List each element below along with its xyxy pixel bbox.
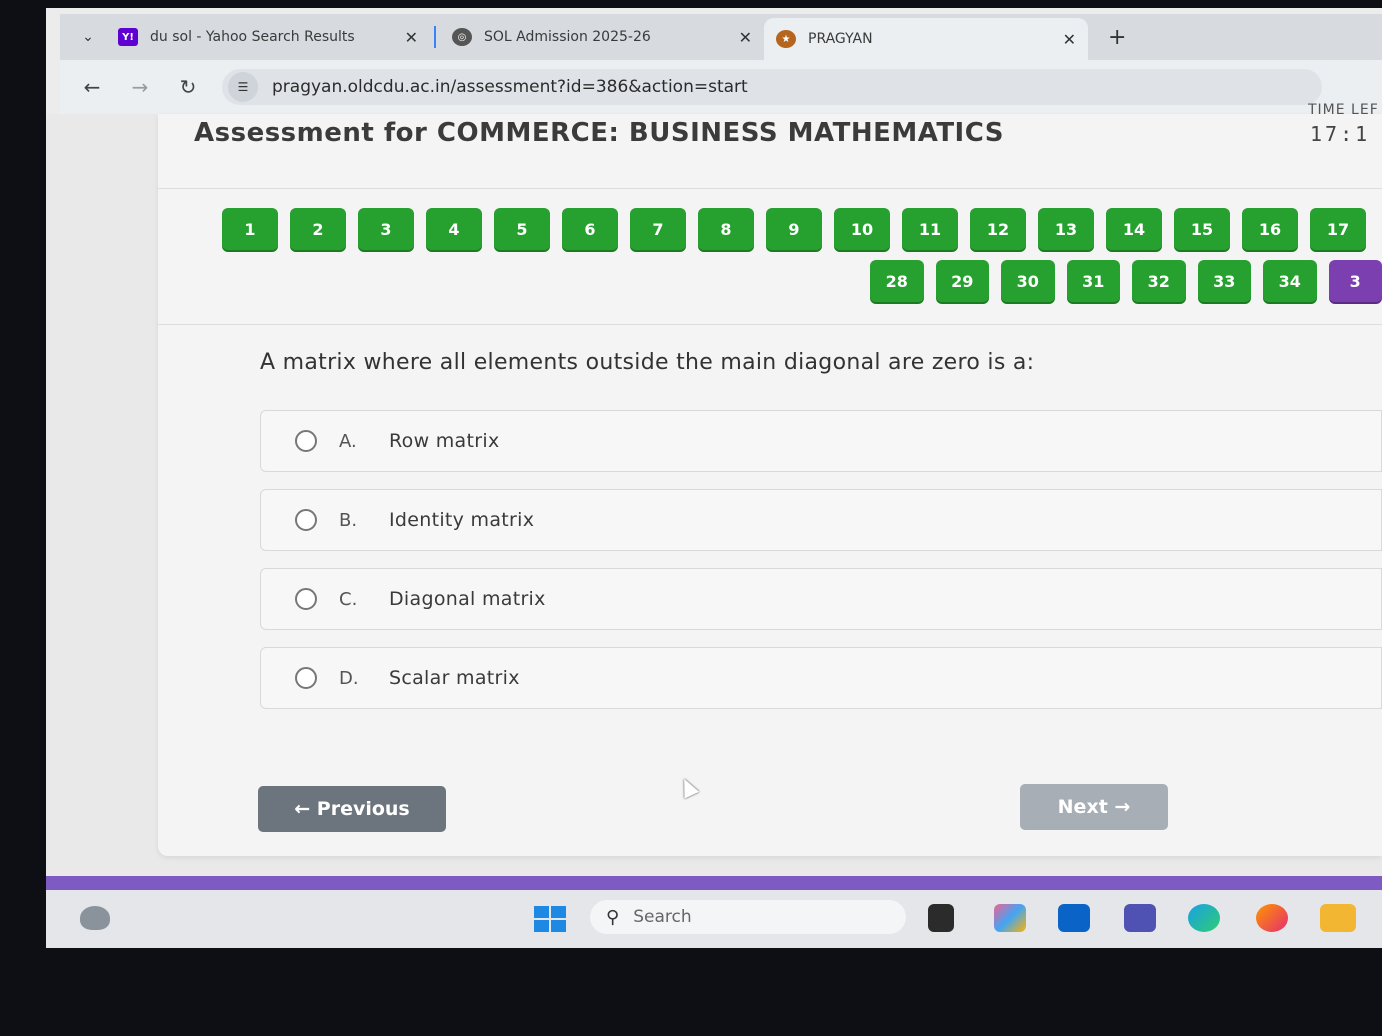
question-number-button[interactable]: 28: [870, 260, 924, 302]
question-number-button[interactable]: 14: [1106, 208, 1162, 250]
tab-separator: [434, 26, 436, 48]
option-text: Diagonal matrix: [389, 588, 546, 610]
option-a[interactable]: A. Row matrix: [260, 410, 1382, 472]
tab-sol-admission[interactable]: ◎ SOL Admission 2025-26 ✕: [440, 19, 764, 55]
question-number-button[interactable]: 29: [935, 260, 989, 302]
question-number-button[interactable]: 7: [630, 208, 686, 250]
question-number-button[interactable]: 17: [1310, 208, 1366, 250]
windows-start-icon[interactable]: [534, 906, 566, 932]
close-tab-icon[interactable]: ✕: [1063, 30, 1076, 49]
question-number-button[interactable]: 32: [1132, 260, 1186, 302]
question-number-button[interactable]: 13: [1038, 208, 1094, 250]
tab-label: SOL Admission 2025-26: [484, 29, 651, 45]
assessment-card: Assessment for COMMERCE: BUSINESS MATHEM…: [158, 102, 1382, 856]
question-navigator: 1 2 3 4 5 6 7 8 9 10 11 12 13 14 15 16 17 28 29 30 31 32 33 34…: [222, 208, 1382, 312]
option-letter: B.: [339, 509, 358, 531]
option-text: Identity matrix: [389, 509, 535, 531]
university-logo-icon: ★: [776, 30, 796, 48]
option-b[interactable]: B. Identity matrix: [260, 489, 1382, 551]
tab-label: du sol - Yahoo Search Results: [150, 29, 355, 45]
next-button[interactable]: Next →: [1020, 784, 1168, 830]
address-bar[interactable]: ☰ pragyan.oldcdu.ac.in/assessment?id=386…: [222, 69, 1322, 105]
timer-value: 17:1: [1310, 122, 1371, 146]
question-nav-row: 28 29 30 31 32 33 34 3: [870, 260, 1382, 302]
page-content: Assessment for COMMERCE: BUSINESS MATHEM…: [46, 102, 1382, 890]
option-text: Row matrix: [389, 430, 500, 452]
question-number-button[interactable]: 6: [562, 208, 618, 250]
question-number-button[interactable]: 33: [1197, 260, 1251, 302]
new-tab-icon[interactable]: +: [1108, 25, 1126, 50]
teams-icon[interactable]: [1124, 904, 1156, 932]
question-number-button[interactable]: 34: [1263, 260, 1317, 302]
yahoo-icon: Y!: [118, 28, 138, 46]
tab-strip: ⌄ Y! du sol - Yahoo Search Results ✕ ◎ S…: [60, 14, 1382, 60]
close-tab-icon[interactable]: ✕: [405, 28, 418, 47]
forward-arrow-icon[interactable]: →: [116, 75, 164, 99]
question-number-button[interactable]: 12: [970, 208, 1026, 250]
address-url: pragyan.oldcdu.ac.in/assessment?id=386&a…: [272, 77, 748, 97]
browser-toolbar: ← → ↻ ☰ pragyan.oldcdu.ac.in/assessment?…: [60, 60, 1382, 114]
edge-icon[interactable]: [1188, 904, 1220, 932]
back-arrow-icon[interactable]: ←: [68, 75, 116, 99]
site-settings-icon[interactable]: ☰: [228, 72, 258, 102]
search-icon: ⚲: [606, 906, 620, 928]
close-tab-icon[interactable]: ✕: [739, 28, 752, 47]
radio-button[interactable]: [295, 430, 317, 452]
tab-yahoo[interactable]: Y! du sol - Yahoo Search Results ✕: [106, 19, 430, 55]
mouse-cursor-icon: [676, 775, 700, 799]
option-letter: D.: [339, 667, 359, 689]
question-number-button[interactable]: 5: [494, 208, 550, 250]
question-number-button[interactable]: 8: [698, 208, 754, 250]
accent-bar: [46, 876, 1382, 890]
question-number-button[interactable]: 3: [1328, 260, 1382, 302]
option-letter: C.: [339, 588, 358, 610]
question-number-button[interactable]: 31: [1066, 260, 1120, 302]
taskbar-search[interactable]: ⚲ Search: [590, 900, 906, 934]
task-view-icon[interactable]: [928, 904, 954, 932]
chevron-down-icon: ⌄: [82, 29, 94, 45]
question-nav-row: 1 2 3 4 5 6 7 8 9 10 11 12 13 14 15 16 17: [222, 208, 1382, 250]
option-d[interactable]: D. Scalar matrix: [260, 647, 1382, 709]
option-text: Scalar matrix: [389, 667, 520, 689]
search-placeholder: Search: [633, 907, 692, 927]
question-number-button[interactable]: 9: [766, 208, 822, 250]
option-letter: A.: [339, 430, 357, 452]
divider: [158, 188, 1382, 189]
question-text: A matrix where all elements outside the …: [260, 350, 1035, 375]
outlook-icon[interactable]: [1058, 904, 1090, 932]
page-title: Assessment for COMMERCE: BUSINESS MATHEM…: [194, 118, 1005, 148]
question-number-button[interactable]: 10: [834, 208, 890, 250]
question-number-button[interactable]: 30: [1001, 260, 1055, 302]
previous-button[interactable]: ← Previous: [258, 786, 446, 832]
tab-search-dropdown[interactable]: ⌄: [70, 19, 106, 55]
tab-label: PRAGYAN: [808, 31, 873, 47]
divider: [158, 324, 1382, 325]
question-number-button[interactable]: 3: [358, 208, 414, 250]
question-number-button[interactable]: 15: [1174, 208, 1230, 250]
timer-label: TIME LEF: [1308, 102, 1379, 118]
taskbar: ⚲ Search: [46, 890, 1382, 948]
answer-options: A. Row matrix B. Identity matrix C. Diag…: [260, 410, 1382, 726]
radio-button[interactable]: [295, 667, 317, 689]
firefox-icon[interactable]: [1256, 904, 1288, 932]
question-number-button[interactable]: 11: [902, 208, 958, 250]
file-explorer-icon[interactable]: [1320, 904, 1356, 932]
question-number-button[interactable]: 1: [222, 208, 278, 250]
tab-pragyan[interactable]: ★ PRAGYAN ✕: [764, 18, 1088, 60]
weather-icon[interactable]: [80, 906, 110, 930]
screen: ⌄ Y! du sol - Yahoo Search Results ✕ ◎ S…: [46, 8, 1382, 948]
globe-icon: ◎: [452, 28, 472, 46]
option-c[interactable]: C. Diagonal matrix: [260, 568, 1382, 630]
copilot-icon[interactable]: [994, 904, 1026, 932]
radio-button[interactable]: [295, 509, 317, 531]
question-number-button[interactable]: 4: [426, 208, 482, 250]
reload-icon[interactable]: ↻: [164, 75, 212, 99]
question-number-button[interactable]: 2: [290, 208, 346, 250]
question-number-button[interactable]: 16: [1242, 208, 1298, 250]
radio-button[interactable]: [295, 588, 317, 610]
